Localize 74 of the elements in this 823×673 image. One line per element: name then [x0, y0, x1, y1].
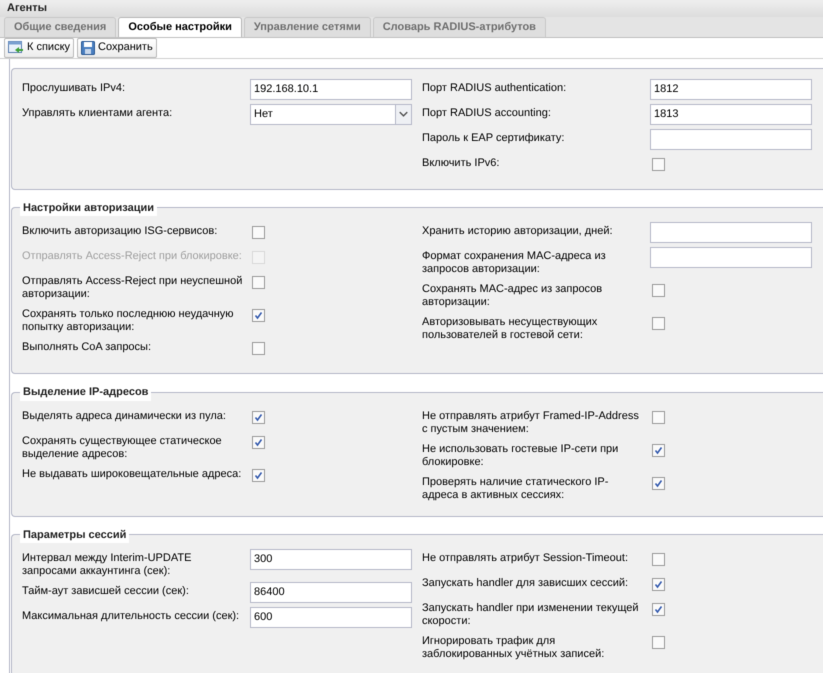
field-label: Игнорировать трафик для заблокированных учётных записей:	[422, 634, 606, 661]
text-field[interactable]: 86400	[250, 582, 412, 603]
checkmark-icon	[654, 478, 663, 488]
field-label: Авторизовывать несуществующих пользователей в гостевой сети:	[422, 315, 598, 342]
checkbox[interactable]	[252, 309, 265, 322]
section-title: Выделение IP-адресов	[20, 384, 152, 400]
checkbox[interactable]	[252, 342, 265, 355]
field-label: Не отправлять атрибут Framed-IP-Address с пустым значением:	[422, 408, 640, 436]
field-label: Не использовать гостевые IP-сети при блокировке:	[422, 442, 620, 468]
checkmark-icon	[654, 446, 663, 454]
dropdown-field[interactable]: Нет	[250, 104, 412, 124]
checkbox[interactable]	[652, 284, 665, 297]
checkmark-icon	[254, 438, 263, 446]
field-label: Сохранять MAC-адрес из запросов авторизации:	[422, 282, 604, 309]
field-label: Включить IPv6:	[422, 156, 500, 170]
section-title: Параметры сессий	[20, 526, 130, 543]
text-field[interactable]	[650, 222, 812, 243]
field-label: Сохранять только последнюю неудачную попытку авторизации:	[22, 307, 235, 334]
field-label: Управлять клиентами агента:	[22, 106, 174, 120]
checkbox[interactable]	[252, 468, 265, 482]
field-label: Хранить историю авторизации, дней:	[422, 224, 614, 238]
text-field[interactable]	[650, 128, 812, 150]
checkbox[interactable]	[652, 444, 665, 456]
field-label: Максимальная длительность сессии (сек):	[22, 609, 240, 623]
checkbox[interactable]	[652, 317, 665, 330]
field-label: Сохранять существующее статическое выделение адресов:	[22, 434, 223, 460]
toolbar-button[interactable]: Сохранить	[77, 38, 157, 58]
checkbox[interactable]	[652, 158, 665, 170]
field-label: Пароль к EAP сертификату:	[422, 130, 566, 144]
tab[interactable]: Словарь RADIUS-атрибутов	[372, 16, 546, 36]
text-field[interactable]: 600	[250, 607, 412, 628]
checkbox[interactable]	[252, 436, 265, 448]
text-field[interactable]: 1812	[650, 78, 812, 100]
field-label: Включить авторизацию ISG-сервисов:	[22, 224, 218, 238]
checkbox[interactable]	[252, 226, 265, 239]
text-field[interactable]	[650, 247, 812, 268]
checkbox[interactable]	[652, 603, 665, 616]
checkmark-icon	[254, 311, 263, 320]
tab[interactable]: Управление сетями	[244, 16, 371, 36]
tab[interactable]: Особые настройки	[118, 16, 242, 36]
field-label: Порт RADIUS accounting:	[422, 106, 552, 120]
field-label: Запускать handler при изменении текущей скорости:	[422, 601, 640, 628]
checkbox[interactable]	[252, 276, 265, 289]
field-label: Выполнять CoA запросы:	[22, 340, 152, 354]
field-label: Формат сохранения MAC-адреса из запросов авторизации:	[422, 249, 607, 276]
field-label: Проверять наличие статического IP-адреса в активных сессиях:	[422, 474, 610, 502]
field-label: Запускать handler для зависших сессий:	[422, 576, 630, 590]
checkbox[interactable]	[652, 476, 665, 490]
field-label: Отправлять Access-Reject при блокировке:	[22, 249, 243, 263]
checkbox[interactable]	[652, 636, 665, 649]
field-label: Выделять адреса динамически из пула:	[22, 408, 227, 422]
field-label: Не выдавать широковещательные адреса:	[22, 466, 242, 480]
field-label: Отправлять Access-Reject при неуспешной авторизации:	[22, 274, 244, 301]
text-field[interactable]: 300	[250, 549, 412, 570]
text-field[interactable]: 192.168.10.1	[250, 78, 412, 100]
field-label: Не отправлять атрибут Session-Timeout:	[422, 551, 630, 565]
checkbox[interactable]	[652, 578, 665, 591]
toolbar-button[interactable]: К списку	[4, 38, 74, 58]
section-title: Настройки авторизации	[20, 200, 157, 216]
tab[interactable]: Общие сведения	[4, 16, 116, 36]
checkmark-icon	[654, 580, 663, 589]
field-label: Прослушивать IPv4:	[22, 80, 126, 94]
checkmark-icon	[654, 605, 663, 614]
checkbox[interactable]	[252, 410, 265, 424]
checkmark-icon	[254, 412, 263, 422]
field-label: Порт RADIUS authentication:	[422, 80, 568, 94]
field-label: Тайм-аут зависшей сессии (сек):	[22, 584, 190, 598]
checkbox[interactable]	[652, 553, 665, 566]
checkbox[interactable]	[652, 410, 665, 424]
window-title: Агенты	[7, 1, 48, 16]
checkmark-icon	[254, 470, 263, 480]
chevron-down-icon	[395, 104, 411, 124]
field-label: Интервал между Interim-UPDATE запросами аккаунтинга (сек):	[22, 551, 192, 578]
text-field[interactable]: 1813	[650, 104, 812, 124]
